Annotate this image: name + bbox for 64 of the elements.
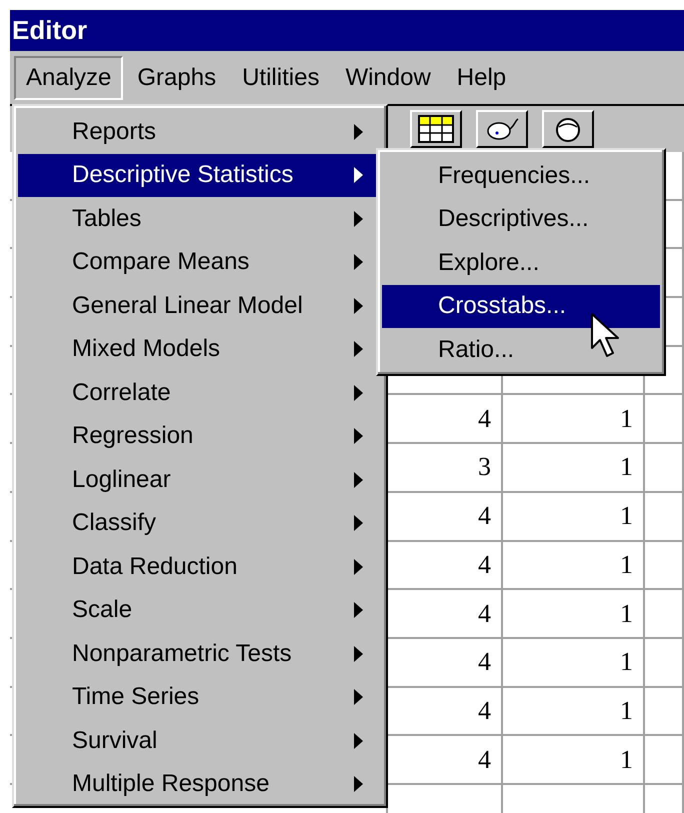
globe-icon [553, 115, 583, 143]
submenu-arrow-icon [353, 210, 364, 228]
menu-item[interactable]: Multiple Response [18, 762, 376, 806]
table-cell [645, 492, 684, 542]
table-cell: 1 [503, 492, 645, 542]
table-cell: 1 [503, 638, 645, 688]
menu-item[interactable]: Data Reduction [18, 545, 376, 588]
table-cell [645, 542, 684, 590]
submenu-arrow-icon [353, 644, 364, 663]
table-cell: 1 [503, 395, 645, 444]
submenu-arrow-icon [353, 558, 364, 576]
menu-item[interactable]: Crosstabs... [382, 284, 660, 328]
menu-bar-item[interactable]: Window [333, 56, 443, 100]
table-cell [645, 638, 684, 688]
globe-toolbar-button[interactable] [542, 110, 594, 148]
table-cell [645, 590, 684, 639]
table-cell [645, 444, 684, 493]
menu-bar-item[interactable]: Graphs [125, 56, 228, 100]
menu-item[interactable]: General Linear Model [18, 284, 376, 328]
table-cell: 1 [503, 590, 645, 639]
table-cell [645, 688, 684, 736]
menu-item[interactable]: Frequencies... [382, 154, 660, 198]
menu-item[interactable]: Descriptives... [382, 198, 660, 241]
table-cell: 1 [503, 444, 645, 493]
menu-bar-item[interactable]: Analyze [14, 56, 124, 100]
submenu-arrow-icon [353, 514, 364, 532]
menu-item[interactable]: Scale [18, 588, 376, 632]
menu-item[interactable]: Descriptive Statistics [18, 154, 376, 197]
submenu-arrow-icon [353, 688, 364, 706]
mouse-toolbar-button[interactable] [476, 110, 528, 148]
table-toolbar-button[interactable] [410, 110, 462, 148]
menu-item[interactable]: Survival [18, 719, 376, 762]
table-cell: 1 [503, 688, 645, 736]
submenu-arrow-icon [353, 166, 364, 184]
menu-item[interactable]: Explore... [382, 241, 660, 284]
submenu-arrow-icon [353, 775, 364, 794]
table-cell [645, 736, 684, 785]
menu-item[interactable]: Classify [18, 502, 376, 545]
menu-item[interactable]: Reports [18, 110, 376, 154]
submenu-arrow-icon [353, 296, 364, 315]
menu-item[interactable]: Nonparametric Tests [18, 632, 376, 676]
menu-bar-item[interactable]: Help [444, 56, 518, 100]
submenu-arrow-icon [353, 253, 364, 272]
submenu-arrow-icon [353, 601, 364, 620]
table-cell [645, 395, 684, 444]
menu-item[interactable]: Ratio... [382, 328, 660, 372]
menu-item[interactable]: Regression [18, 414, 376, 458]
menu-item[interactable]: Correlate [18, 371, 376, 414]
submenu-arrow-icon [353, 470, 364, 489]
table-cell: 1 [503, 542, 645, 590]
submenu-arrow-icon [353, 732, 364, 750]
table-icon [418, 115, 454, 143]
menu-item[interactable]: Tables [18, 197, 376, 240]
table-cell: 1 [503, 736, 645, 785]
menu-item[interactable]: Mixed Models [18, 328, 376, 371]
submenu-arrow-icon [353, 384, 364, 402]
menu-item[interactable]: Loglinear [18, 458, 376, 502]
window-title: Editor [12, 15, 88, 46]
menu-bar-item[interactable]: Utilities [230, 56, 332, 100]
menu-item[interactable]: Compare Means [18, 240, 376, 284]
menu-item[interactable]: Time Series [18, 676, 376, 719]
submenu-arrow-icon [353, 427, 364, 446]
submenu-arrow-icon [353, 340, 364, 358]
submenu-arrow-icon [353, 122, 364, 141]
